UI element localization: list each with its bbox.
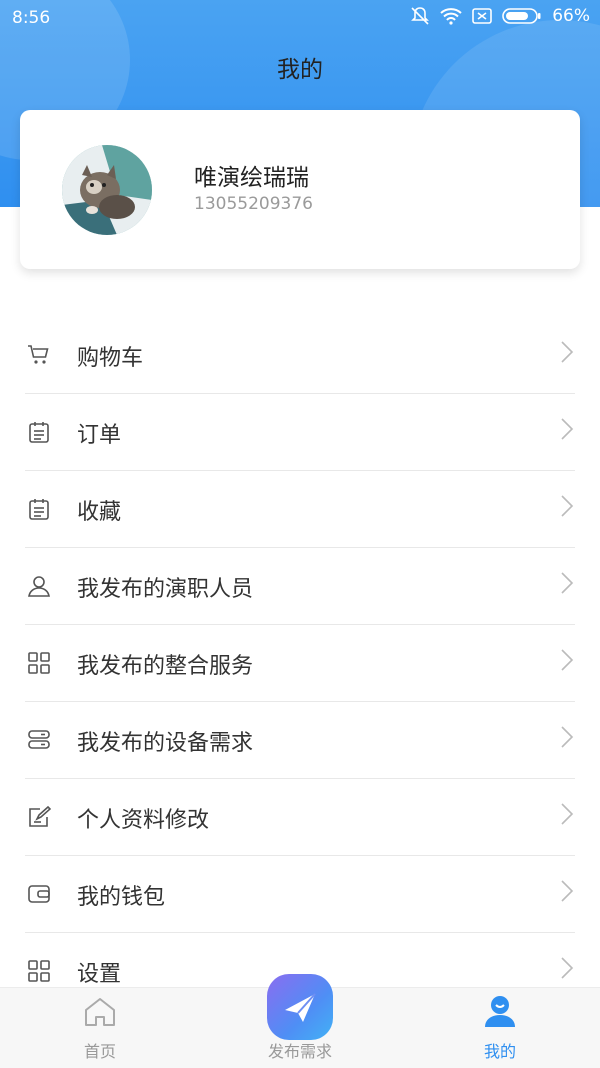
menu-item-my-services[interactable]: 我发布的整合服务	[25, 625, 575, 702]
menu-item-label: 购物车	[77, 346, 144, 371]
menu-item-label: 个人资料修改	[77, 808, 210, 833]
menu-item-label: 我的钱包	[77, 885, 166, 910]
status-bar: 8:56 66%	[0, 0, 600, 36]
chevron-right-icon	[561, 418, 574, 440]
home-icon	[85, 998, 115, 1026]
chevron-right-icon	[561, 341, 574, 363]
menu-list: 购物车 订单 收藏 我发布的演职人员 我发布的整合服务 我发布的设备需求 个人资…	[25, 317, 575, 1010]
menu-item-favorites[interactable]: 收藏	[25, 471, 575, 548]
tab-label: 首页	[83, 1042, 116, 1061]
grid-icon	[28, 652, 50, 674]
server-icon	[28, 730, 50, 749]
wallet-icon	[28, 885, 50, 903]
user-icon	[485, 996, 515, 1027]
person-icon	[28, 576, 50, 597]
profile-card[interactable]: 唯演绘瑞瑞 13055209376	[20, 110, 580, 269]
bottom-tab-bar: 首页 发布需求 我的	[0, 974, 600, 1068]
menu-item-label: 设置	[77, 962, 122, 987]
edit-icon	[29, 805, 51, 827]
status-time: 8:56	[12, 8, 51, 28]
battery-icon	[502, 8, 541, 24]
avatar-cat-image	[62, 145, 152, 235]
chevron-right-icon	[561, 649, 574, 671]
menu-item-label: 收藏	[77, 500, 122, 525]
battery-percent: 66%	[552, 6, 590, 26]
publish-button[interactable]	[267, 974, 333, 1040]
chevron-right-icon	[561, 726, 574, 748]
menu-item-orders[interactable]: 订单	[25, 394, 575, 471]
menu-item-label: 订单	[77, 423, 122, 448]
chevron-right-icon	[561, 880, 574, 902]
menu-item-label: 我发布的整合服务	[77, 654, 254, 679]
paper-plane-icon	[285, 993, 316, 1022]
clipboard-icon	[29, 422, 49, 443]
menu-item-my-equipment[interactable]: 我发布的设备需求	[25, 702, 575, 779]
chevron-right-icon	[561, 495, 574, 517]
tab-mine[interactable]: 我的	[460, 988, 540, 1068]
clipboard-icon	[29, 499, 49, 520]
avatar[interactable]	[62, 145, 152, 235]
mute-bell-icon	[411, 7, 430, 25]
menu-item-cart[interactable]: 购物车	[25, 317, 575, 394]
menu-item-label: 我发布的演职人员	[77, 577, 254, 602]
tab-label: 发布需求	[267, 1042, 332, 1061]
menu-item-edit-profile[interactable]: 个人资料修改	[25, 779, 575, 856]
profile-name: 唯演绘瑞瑞	[194, 165, 309, 191]
sim-icon	[472, 8, 493, 24]
chevron-right-icon	[561, 957, 574, 979]
cart-icon	[28, 345, 49, 364]
page-title: 我的	[277, 57, 323, 83]
tab-home[interactable]: 首页	[60, 988, 140, 1068]
grid-icon	[28, 960, 50, 982]
tab-publish[interactable]: 发布需求	[250, 974, 350, 1068]
menu-item-my-performers[interactable]: 我发布的演职人员	[25, 548, 575, 625]
profile-phone: 13055209376	[194, 194, 313, 214]
chevron-right-icon	[561, 572, 574, 594]
menu-item-wallet[interactable]: 我的钱包	[25, 856, 575, 933]
tab-label: 我的	[483, 1042, 516, 1061]
chevron-right-icon	[561, 803, 574, 825]
wifi-icon	[440, 8, 462, 25]
status-icons: 66%	[410, 6, 590, 26]
menu-item-label: 我发布的设备需求	[77, 731, 254, 756]
